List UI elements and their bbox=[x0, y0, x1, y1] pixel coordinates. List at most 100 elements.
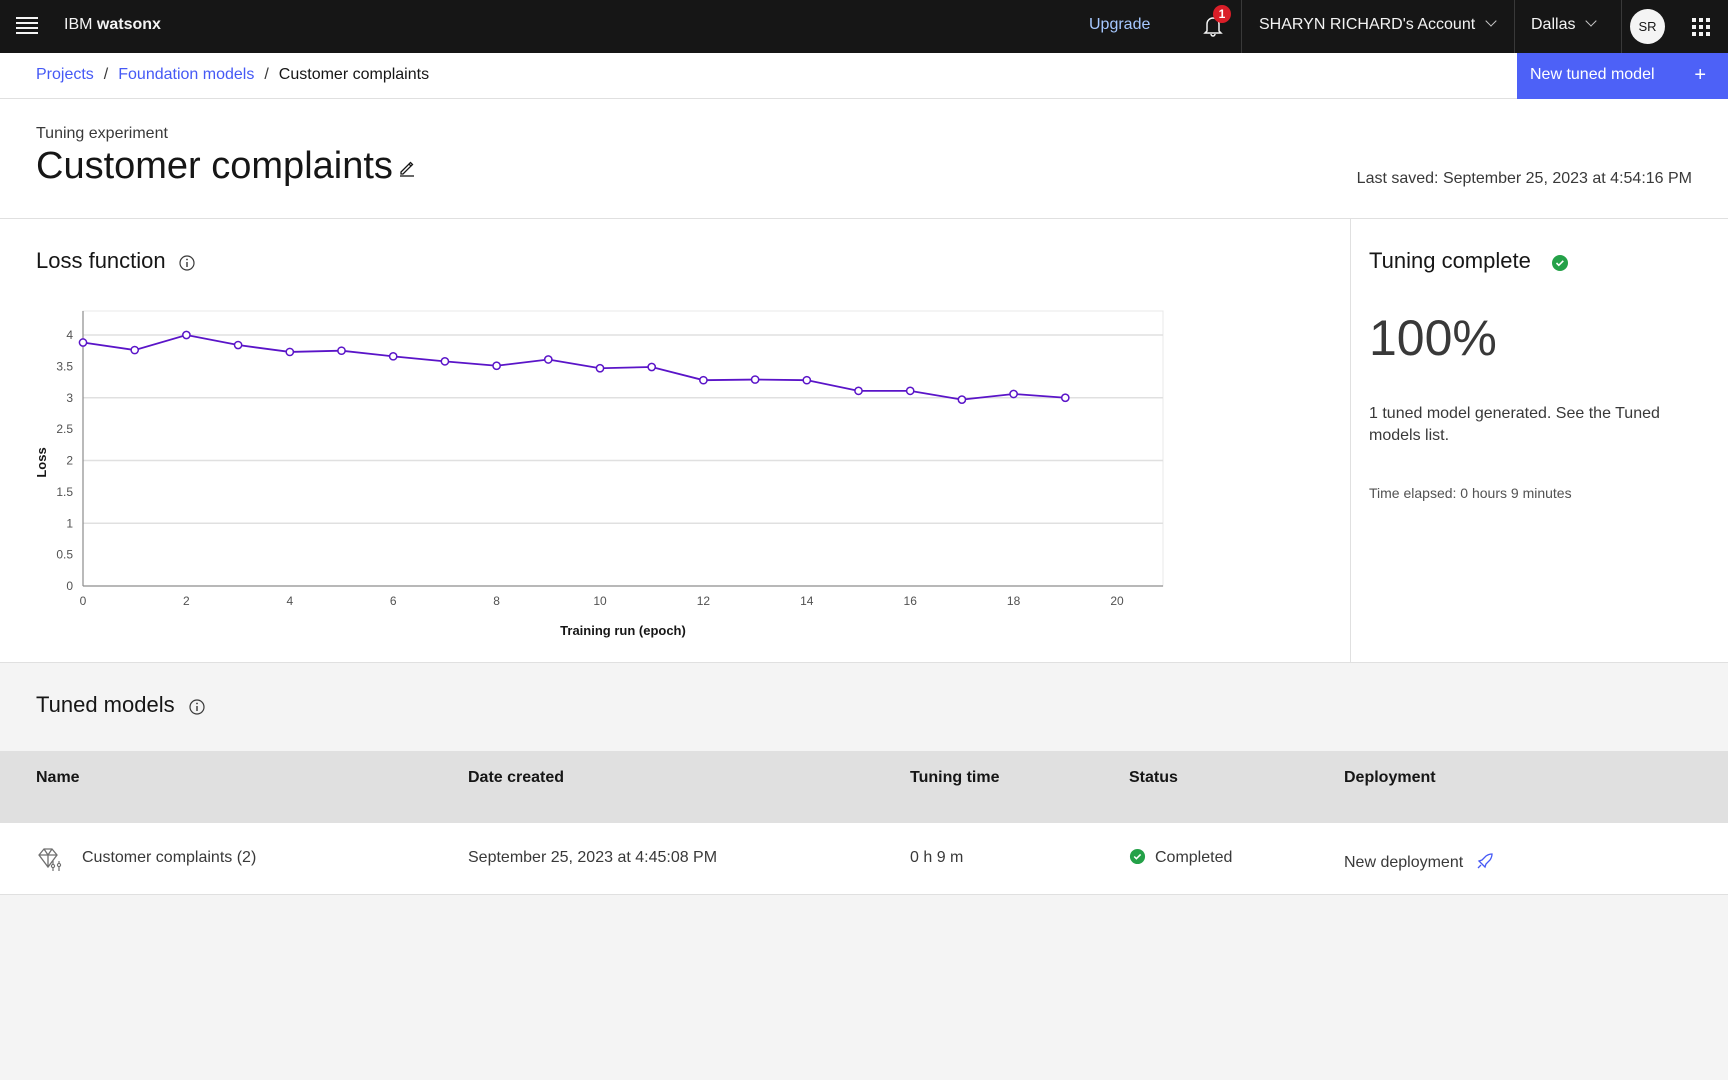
divider bbox=[1241, 0, 1242, 53]
loss-data-point bbox=[285, 347, 295, 357]
axes bbox=[82, 311, 1163, 587]
loss-data-point bbox=[854, 386, 863, 396]
loss-series-line bbox=[82, 334, 1066, 401]
time-elapsed: Time elapsed: 0 hours 9 minutes bbox=[1369, 485, 1572, 501]
x-tick-label: 0 bbox=[80, 594, 87, 608]
last-saved: Last saved: September 25, 2023 at 4:54:1… bbox=[1356, 170, 1692, 187]
loss-data-point bbox=[78, 338, 88, 347]
hamburger-menu-icon[interactable] bbox=[16, 14, 38, 38]
divider bbox=[1514, 0, 1515, 53]
breadcrumb-foundation-models[interactable]: Foundation models bbox=[118, 66, 254, 83]
loss-data-point bbox=[802, 375, 812, 385]
loss-data-point bbox=[957, 395, 967, 404]
column-header-deployment[interactable]: Deployment bbox=[1344, 769, 1436, 787]
y-tick-label: 2.5 bbox=[56, 422, 73, 436]
breadcrumb-projects[interactable]: Projects bbox=[36, 66, 94, 83]
brand-prefix: IBM bbox=[64, 16, 93, 33]
success-check-icon bbox=[1552, 255, 1568, 271]
y-tick-label: 3.5 bbox=[56, 359, 73, 373]
progress-percent: 100% bbox=[1369, 310, 1497, 366]
loss-data-point bbox=[492, 361, 501, 371]
top-nav: IBM watsonx Upgrade 1 SHARYN RICHARD's A… bbox=[0, 0, 1728, 53]
new-tuned-model-button[interactable]: New tuned model + bbox=[1517, 53, 1728, 99]
edit-pencil-icon[interactable] bbox=[398, 159, 416, 177]
y-tick-label: 3 bbox=[66, 391, 73, 405]
loss-data-point bbox=[1060, 393, 1070, 403]
rocket-icon bbox=[1477, 853, 1493, 869]
column-header-tuning-time[interactable]: Tuning time bbox=[910, 769, 999, 787]
x-tick-label: 6 bbox=[390, 594, 397, 608]
x-tick-label: 8 bbox=[493, 594, 500, 608]
date-created: September 25, 2023 at 4:45:08 PM bbox=[468, 849, 718, 866]
x-tick-label: 20 bbox=[1110, 594, 1124, 608]
loss-data-point bbox=[388, 351, 398, 361]
brand-logo[interactable]: IBM watsonx bbox=[64, 16, 161, 34]
tuning-complete-title: Tuning complete bbox=[1369, 248, 1531, 273]
plot-border bbox=[82, 310, 1164, 587]
loss-data-point bbox=[1009, 389, 1018, 399]
loss-data-point bbox=[647, 362, 657, 372]
x-tick-label: 2 bbox=[183, 594, 190, 608]
y-tick-label: 4 bbox=[66, 328, 73, 342]
results-panel: Loss function 0 0.5 1 1.5 2 2.5 3 3.5 4 0 2 4 6 8 10 12… bbox=[0, 219, 1728, 663]
plus-icon: + bbox=[1694, 64, 1706, 86]
tuned-models-title: Tuned models bbox=[36, 692, 175, 717]
new-tuned-model-label: New tuned model bbox=[1530, 66, 1655, 83]
new-deployment-link[interactable]: New deployment bbox=[1344, 849, 1494, 872]
page-header: Tuning experiment Customer complaints La… bbox=[0, 99, 1728, 219]
breadcrumb-separator: / bbox=[103, 66, 109, 83]
divider bbox=[1621, 0, 1622, 53]
x-tick-label: 18 bbox=[1007, 594, 1021, 608]
status-description: 1 tuned model generated. See the Tuned m… bbox=[1369, 405, 1660, 444]
region-switcher[interactable]: Dallas bbox=[1531, 15, 1598, 34]
loss-data-point bbox=[905, 386, 915, 396]
notification-badge: 1 bbox=[1213, 5, 1231, 23]
x-axis-title: Training run (epoch) bbox=[560, 623, 686, 638]
x-tick-label: 16 bbox=[904, 594, 918, 608]
chevron-down-icon bbox=[1485, 15, 1497, 27]
new-deployment-label: New deployment bbox=[1344, 854, 1464, 871]
breadcrumb: Projects / Foundation models / Customer comp… bbox=[36, 66, 429, 84]
grid bbox=[82, 310, 1164, 587]
table-header: Name Date created Tuning time Status Dep… bbox=[0, 751, 1728, 823]
y-tick-label: 1.5 bbox=[56, 485, 73, 499]
upgrade-link[interactable]: Upgrade bbox=[1089, 16, 1150, 34]
breadcrumb-bar: Projects / Foundation models / Customer comp… bbox=[0, 53, 1728, 99]
loss-data-point bbox=[337, 346, 346, 356]
completed-check-icon bbox=[1129, 848, 1146, 865]
loss-chart: 0 0.5 1 1.5 2 2.5 3 3.5 4 0 2 4 6 8 10 12 14 16 18 20 Train… bbox=[34, 310, 1164, 638]
chevron-down-icon bbox=[1585, 15, 1598, 27]
account-switcher[interactable]: SHARYN RICHARD's Account bbox=[1259, 15, 1497, 34]
tuned-models-section: Tuned models Name Date created Tuning ti… bbox=[0, 663, 1728, 1080]
loss-data-point bbox=[440, 357, 450, 366]
y-tick-label: 0.5 bbox=[56, 548, 73, 562]
y-tick-label: 2 bbox=[66, 454, 73, 468]
x-tick-label: 14 bbox=[800, 594, 814, 608]
x-tick-label: 10 bbox=[593, 594, 607, 608]
account-name: SHARYN RICHARD's Account bbox=[1259, 16, 1476, 33]
tuned-model-icon bbox=[38, 848, 62, 871]
loss-data-point bbox=[595, 363, 605, 373]
info-icon[interactable] bbox=[188, 698, 206, 716]
tuned-model-link[interactable]: Customer complaints (2) bbox=[82, 849, 256, 867]
y-tick-label: 0 bbox=[66, 579, 73, 593]
page-eyebrow: Tuning experiment bbox=[36, 125, 168, 142]
x-tick-label: 4 bbox=[286, 594, 293, 608]
avatar[interactable]: SR bbox=[1630, 9, 1665, 44]
region-name: Dallas bbox=[1531, 16, 1576, 33]
app-switcher-icon[interactable] bbox=[1692, 18, 1710, 36]
page-title: Customer complaints bbox=[36, 145, 393, 187]
breadcrumb-current: Customer complaints bbox=[278, 66, 430, 83]
tick-labels: 0 0.5 1 1.5 2 2.5 3 3.5 4 0 2 4 6 8 10 12 14 16 18 20 bbox=[56, 328, 1124, 608]
column-header-name[interactable]: Name bbox=[36, 769, 80, 787]
column-header-date-created[interactable]: Date created bbox=[468, 769, 564, 787]
loss-data-point bbox=[182, 330, 191, 340]
panel-divider bbox=[1350, 219, 1351, 663]
loss-data-point bbox=[543, 355, 553, 364]
brand-name: watsonx bbox=[96, 16, 161, 33]
column-header-status[interactable]: Status bbox=[1129, 769, 1178, 787]
breadcrumb-separator: / bbox=[264, 66, 269, 83]
tuning-time: 0 h 9 m bbox=[910, 849, 964, 866]
loss-data-point bbox=[233, 340, 243, 350]
table-row: Customer complaints (2) September 25, 20… bbox=[0, 823, 1728, 895]
